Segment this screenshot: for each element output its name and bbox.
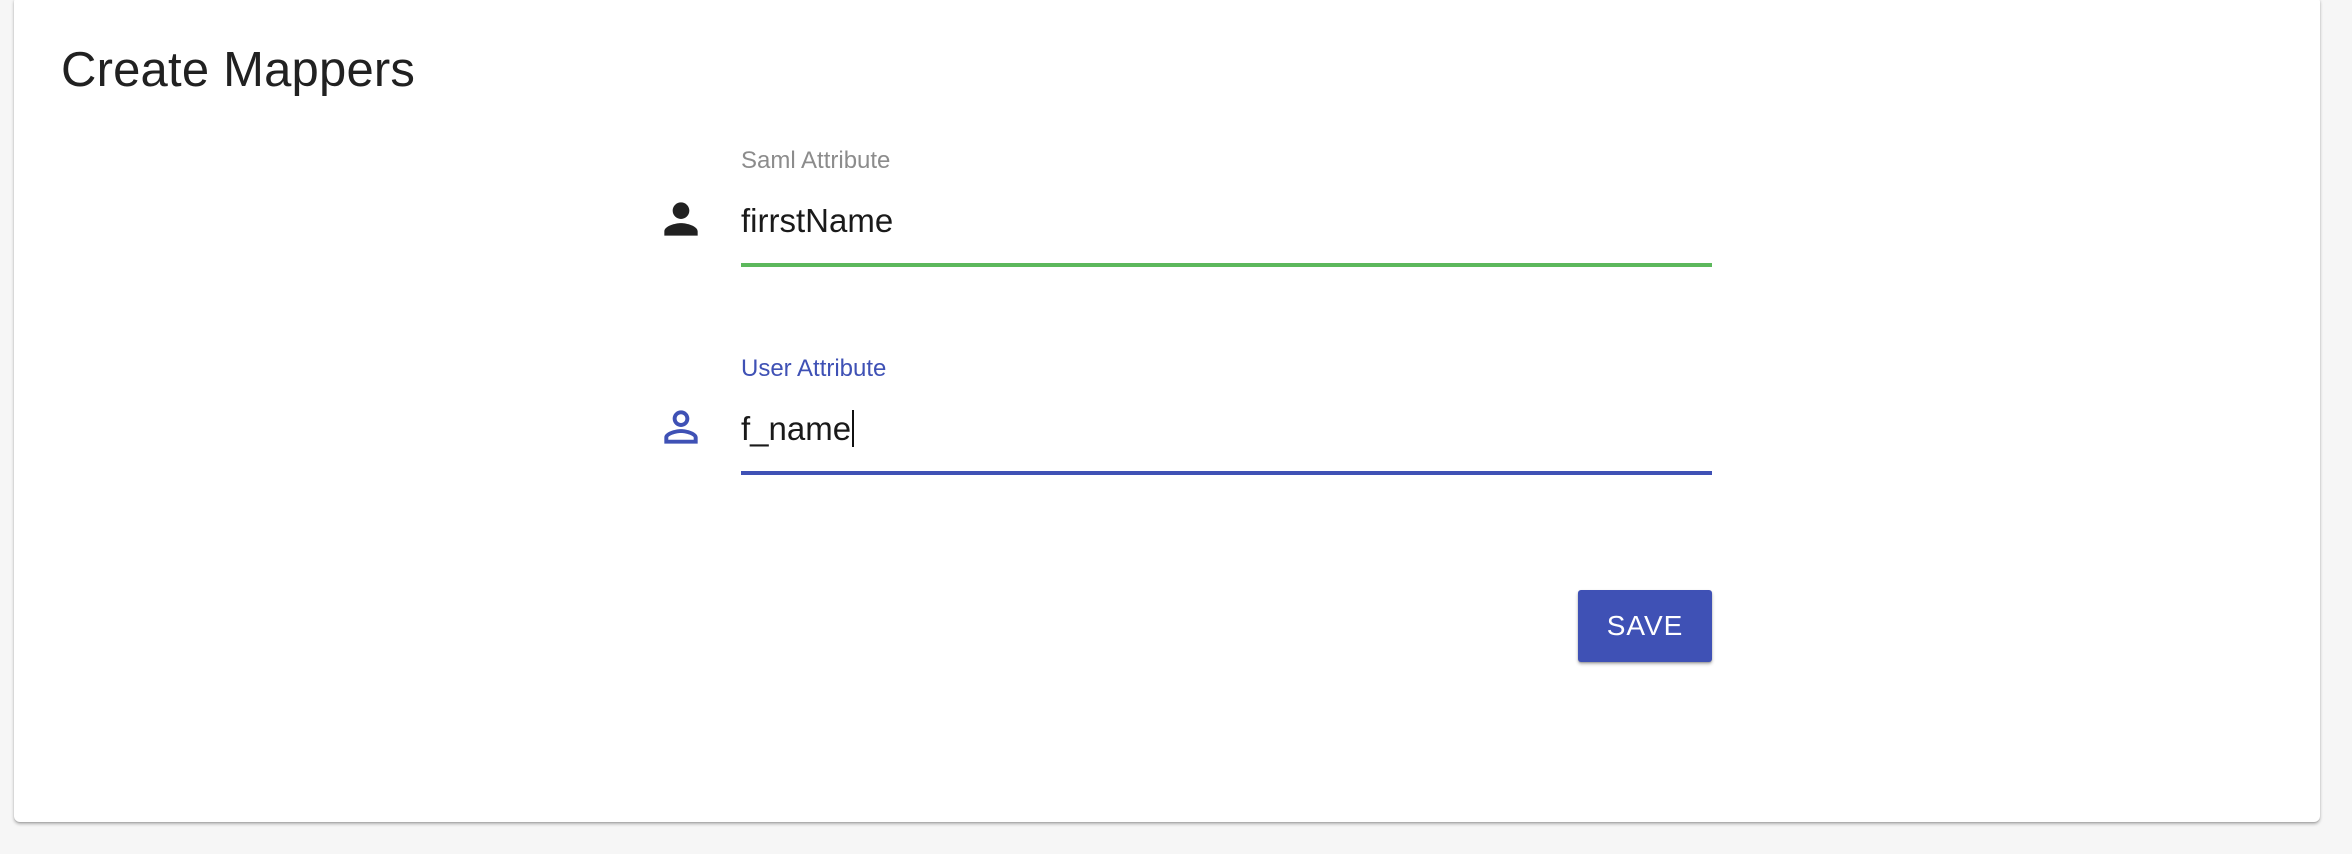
page-title: Create Mappers xyxy=(61,43,416,97)
user-attribute-label: User Attribute xyxy=(741,355,887,382)
saml-attribute-field[interactable]: Saml Attribute firrstName xyxy=(741,146,1712,270)
user-attribute-input[interactable]: f_name xyxy=(741,400,1712,458)
saml-attribute-underline xyxy=(741,263,1712,267)
text-caret xyxy=(852,410,855,447)
user-attribute-field[interactable]: User Attribute f_name xyxy=(741,354,1712,478)
user-attribute-value: f_name xyxy=(741,410,852,447)
person-outline-icon xyxy=(656,402,706,452)
user-attribute-row: User Attribute f_name xyxy=(641,354,1712,475)
saml-attribute-row: Saml Attribute firrstName xyxy=(641,146,1712,267)
save-button[interactable]: SAVE xyxy=(1578,590,1712,662)
user-attribute-underline xyxy=(741,471,1712,475)
person-filled-icon xyxy=(656,194,706,244)
saml-attribute-label: Saml Attribute xyxy=(741,147,891,174)
create-mappers-card: Create Mappers Saml Attribute firrstName… xyxy=(14,0,2320,822)
saml-attribute-value: firrstName xyxy=(741,202,894,239)
saml-attribute-input[interactable]: firrstName xyxy=(741,192,1712,250)
